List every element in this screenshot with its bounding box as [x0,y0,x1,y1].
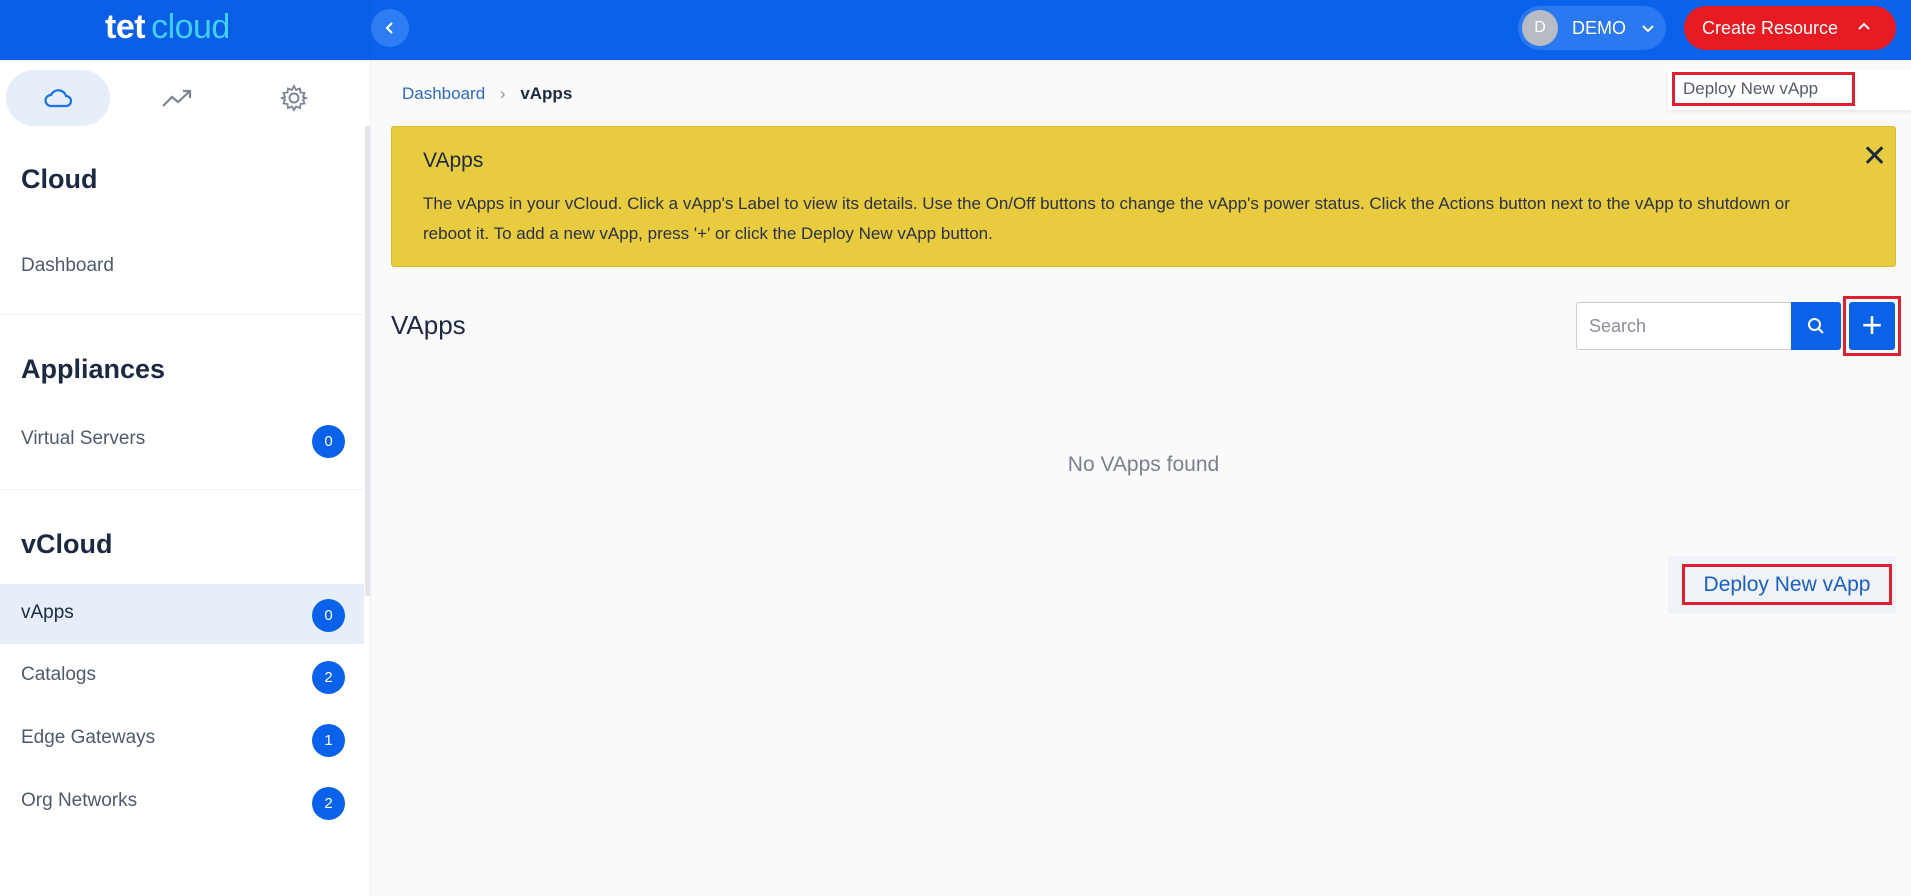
create-resource-label: Create Resource [1702,18,1839,38]
divider [0,489,364,490]
logo-tet: tet [105,8,146,46]
add-vapp-button-highlight: + [1843,296,1901,356]
breadcrumb: Dashboard › vApps [402,84,572,104]
alert-title: VApps [423,149,484,172]
section-heading-appliances: Appliances [21,354,166,384]
breadcrumb-current: vApps [520,84,573,103]
top-bar: tet cloud D DEMO Create Resource [0,0,1911,60]
create-resource-dropdown: Deploy New vApp [1668,70,1911,110]
avatar: D [1522,10,1558,46]
logo-area: tet cloud [0,0,371,60]
sidebar-item-label: vApps [21,602,74,623]
breadcrumb-separator: › [499,84,506,103]
trending-up-icon [162,89,192,107]
chevron-down-icon [1640,15,1656,42]
empty-state: No VApps found [0,453,1911,477]
user-menu-button[interactable]: D DEMO [1518,6,1666,50]
user-name: DEMO [1572,18,1626,38]
tab-cloud[interactable] [6,70,110,126]
sidebar-item-vapps[interactable]: vApps 0 [0,584,364,644]
section-heading-cloud: Cloud [21,164,98,194]
tab-settings[interactable] [242,70,346,126]
info-alert: VApps The vApps in your vCloud. Click a … [391,126,1896,267]
sidebar-tabs [0,70,371,126]
search-input[interactable] [1576,302,1792,350]
logo-cloud: cloud [151,8,230,46]
sidebar-item-dashboard[interactable]: Dashboard [0,237,364,297]
dropdown-item-deploy-new-vapp[interactable]: Deploy New vApp [1672,72,1855,106]
count-badge: 1 [312,724,345,757]
create-resource-button[interactable]: Create Resource [1684,6,1896,50]
sidebar-item-catalogs[interactable]: Catalogs 2 [0,646,364,706]
deploy-link-container: Deploy New vApp [1668,556,1896,614]
gear-icon [279,83,309,112]
cloud-icon [44,89,73,108]
divider [0,314,364,315]
page-title: VApps [391,310,466,340]
section-heading-vcloud: vCloud [21,529,113,559]
empty-state-message: No VApps found [1067,453,1220,476]
sidebar-item-label: Dashboard [21,255,114,276]
count-badge: 2 [312,787,345,820]
sidebar-item-label: Virtual Servers [21,428,146,449]
sidebar-scrollbar[interactable] [365,126,370,596]
alert-text: The vApps in your vCloud. Click a vApp's… [423,194,1790,243]
chevron-left-icon [385,22,393,34]
sidebar-item-org-networks[interactable]: Org Networks 2 [0,772,364,832]
sidebar-item-label: Catalogs [21,664,96,685]
sidebar: Cloud Dashboard Appliances Virtual Serve… [0,60,371,896]
search-icon [1808,318,1824,334]
sidebar-item-edge-gateways[interactable]: Edge Gateways 1 [0,709,364,769]
tab-reports[interactable] [125,70,229,126]
sidebar-collapse-button[interactable] [371,9,409,47]
sidebar-item-label: Org Networks [21,790,138,811]
count-badge: 2 [312,661,345,694]
search-button[interactable] [1791,302,1841,350]
sidebar-item-label: Edge Gateways [21,727,156,748]
count-badge: 0 [312,599,345,632]
deploy-new-vapp-link[interactable]: Deploy New vApp [1682,564,1892,605]
add-vapp-button[interactable]: + [1849,302,1895,350]
breadcrumb-dashboard[interactable]: Dashboard [402,84,485,103]
app-logo[interactable]: tet cloud [105,8,230,47]
close-icon[interactable]: ✕ [1862,139,1887,174]
chevron-up-icon [1856,6,1872,50]
